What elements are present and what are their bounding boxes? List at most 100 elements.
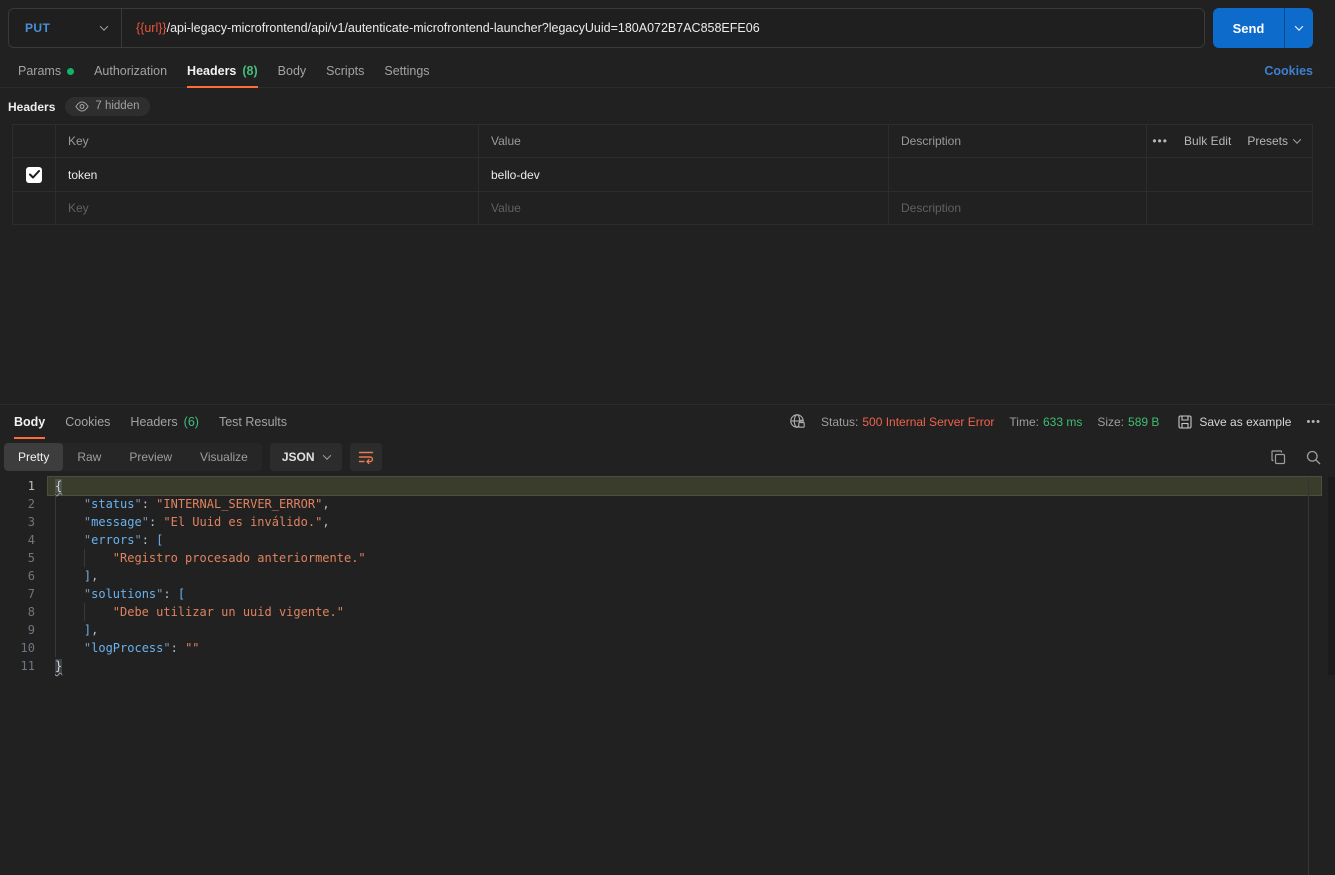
presets-label: Presets bbox=[1247, 134, 1288, 148]
bulk-edit-button[interactable]: Bulk Edit bbox=[1184, 134, 1231, 148]
url-variable: {{url}} bbox=[136, 21, 167, 35]
send-options-button[interactable] bbox=[1284, 8, 1313, 48]
select-column-header bbox=[13, 125, 56, 157]
method-label: PUT bbox=[25, 21, 50, 35]
save-icon bbox=[1178, 415, 1192, 429]
code-lines: 1{2"status": "INTERNAL_SERVER_ERROR",3"m… bbox=[0, 477, 1335, 675]
line-content: "errors": [ bbox=[48, 531, 1321, 549]
response-header: Body CookiesHeaders(6) Test Results Status… bbox=[0, 405, 1335, 438]
row-actions-cell bbox=[1147, 192, 1312, 224]
tab-scripts[interactable]: Scripts bbox=[316, 55, 374, 87]
cookies-link[interactable]: Cookies bbox=[1264, 55, 1313, 87]
indent-guide bbox=[84, 603, 113, 621]
tab-label: Params bbox=[18, 64, 61, 78]
chevron-down-icon bbox=[1293, 135, 1301, 143]
key-cell[interactable]: token bbox=[56, 158, 479, 191]
view-tab-visualize[interactable]: Visualize bbox=[186, 443, 262, 471]
view-tab-raw[interactable]: Raw bbox=[63, 443, 115, 471]
indent-guide bbox=[55, 567, 84, 585]
hidden-headers-label: 7 hidden bbox=[95, 100, 139, 112]
line-content: { bbox=[48, 477, 1321, 495]
format-label: JSON bbox=[282, 450, 315, 464]
status-label: Status: bbox=[821, 415, 858, 429]
response-tab-body[interactable]: Body bbox=[4, 405, 55, 438]
table-empty-row: Key Value Description bbox=[13, 192, 1312, 225]
hidden-headers-toggle[interactable]: 7 hidden bbox=[65, 97, 149, 116]
tab-label: Body bbox=[14, 415, 45, 429]
tab-label: Test Results bbox=[219, 415, 287, 429]
response-tab-test-results[interactable]: Test Results bbox=[209, 405, 297, 438]
code-line: 2"status": "INTERNAL_SERVER_ERROR", bbox=[0, 495, 1335, 513]
scrollbar-track[interactable] bbox=[1328, 477, 1335, 675]
save-as-example-button[interactable]: Save as example bbox=[1178, 415, 1291, 429]
tab-headers[interactable]: Headers (8) bbox=[177, 55, 268, 87]
size-label: Size: bbox=[1097, 415, 1124, 429]
wrap-lines-icon bbox=[358, 450, 374, 464]
tab-count-badge: (8) bbox=[242, 64, 257, 78]
line-content: ], bbox=[48, 621, 1321, 639]
code-line: 3"message": "El Uuid es inválido.", bbox=[0, 513, 1335, 531]
size-metric: Size: 589 B bbox=[1097, 415, 1159, 429]
method-dropdown[interactable]: PUT bbox=[9, 9, 121, 47]
network-info-icon[interactable] bbox=[789, 413, 806, 430]
line-content: ], bbox=[48, 567, 1321, 585]
url-input[interactable]: {{url}}/api-legacy-microfrontend/api/v1/… bbox=[122, 21, 774, 35]
key-column-header: Key bbox=[56, 125, 479, 157]
view-tab-pretty[interactable]: Pretty bbox=[4, 443, 63, 471]
line-number: 8 bbox=[0, 603, 35, 621]
headers-table: Key Value Description ••• Bulk Edit Pres… bbox=[12, 124, 1313, 225]
presets-dropdown[interactable]: Presets bbox=[1247, 134, 1300, 148]
line-number: 5 bbox=[0, 549, 35, 567]
description-cell-placeholder[interactable]: Description bbox=[889, 192, 1147, 224]
code-line: 4"errors": [ bbox=[0, 531, 1335, 549]
headers-section-header: Headers 7 hidden bbox=[8, 97, 1335, 116]
table-row: token bello-dev bbox=[13, 158, 1312, 192]
indent-guide bbox=[84, 549, 113, 567]
more-actions-button[interactable]: ••• bbox=[1152, 134, 1168, 148]
response-tab-cookies[interactable]: Cookies bbox=[55, 405, 120, 438]
row-select-cell bbox=[13, 192, 56, 224]
key-cell-placeholder[interactable]: Key bbox=[56, 192, 479, 224]
response-tab-headers[interactable]: Headers(6) bbox=[120, 405, 209, 438]
copy-icon[interactable] bbox=[1271, 450, 1286, 465]
code-line: 9], bbox=[0, 621, 1335, 639]
line-content: "message": "El Uuid es inválido.", bbox=[48, 513, 1321, 531]
description-cell[interactable] bbox=[889, 158, 1147, 191]
send-button[interactable]: Send bbox=[1213, 8, 1284, 48]
line-number: 10 bbox=[0, 639, 35, 657]
indent-guide bbox=[55, 603, 84, 621]
tab-settings[interactable]: Settings bbox=[374, 55, 439, 87]
tab-label: Headers bbox=[187, 64, 236, 78]
response-meta: Status: 500 Internal Server Error Time: … bbox=[789, 405, 1321, 438]
time-label: Time: bbox=[1009, 415, 1039, 429]
response-body-editor[interactable]: 1{2"status": "INTERNAL_SERVER_ERROR",3"m… bbox=[0, 477, 1335, 675]
line-content: "logProcess": "" bbox=[48, 639, 1321, 657]
search-icon[interactable] bbox=[1306, 450, 1321, 465]
chevron-down-icon bbox=[322, 451, 330, 459]
eye-icon bbox=[75, 101, 89, 112]
response-more-button[interactable]: ••• bbox=[1306, 416, 1321, 428]
row-select-cell bbox=[13, 158, 56, 191]
headers-section-title: Headers bbox=[8, 100, 55, 114]
tab-body[interactable]: Body bbox=[268, 55, 317, 87]
tab-params[interactable]: Params bbox=[8, 55, 84, 87]
line-content: "solutions": [ bbox=[48, 585, 1321, 603]
spacer bbox=[440, 55, 1265, 87]
status-value: 500 Internal Server Error bbox=[862, 415, 994, 429]
view-tab-preview[interactable]: Preview bbox=[115, 443, 186, 471]
indent-guide bbox=[55, 513, 84, 531]
save-as-example-label: Save as example bbox=[1199, 415, 1291, 429]
code-line: 5"Registro procesado anteriormente." bbox=[0, 549, 1335, 567]
value-cell[interactable]: bello-dev bbox=[479, 158, 889, 191]
tab-count-badge: (6) bbox=[184, 415, 199, 429]
format-dropdown[interactable]: JSON bbox=[270, 443, 342, 471]
request-tabs: Params Authorization Headers (8) BodyScripts… bbox=[0, 55, 1335, 88]
value-cell-placeholder[interactable]: Value bbox=[479, 192, 889, 224]
code-line: 1{ bbox=[0, 477, 1335, 495]
tab-authorization[interactable]: Authorization bbox=[84, 55, 177, 87]
row-actions-cell bbox=[1147, 158, 1312, 191]
line-number: 11 bbox=[0, 657, 35, 675]
wrap-lines-toggle[interactable] bbox=[350, 443, 382, 471]
row-checkbox[interactable] bbox=[26, 167, 42, 183]
line-content: "status": "INTERNAL_SERVER_ERROR", bbox=[48, 495, 1321, 513]
